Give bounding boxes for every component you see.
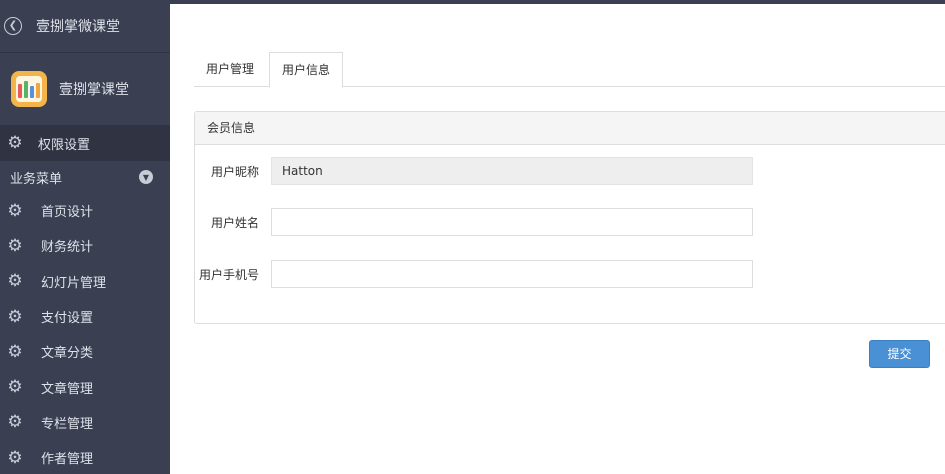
nickname-field[interactable] bbox=[271, 157, 753, 185]
name-label: 用户姓名 bbox=[210, 215, 259, 230]
sidebar-item-label: 专栏管理 bbox=[41, 416, 94, 432]
sidebar-item-article-categories[interactable]: ⚙ 文章分类 bbox=[0, 334, 170, 369]
sidebar-item-articles[interactable]: ⚙ 文章管理 bbox=[0, 369, 170, 404]
sidebar-item-slides[interactable]: ⚙ 幻灯片管理 bbox=[0, 264, 170, 299]
sidebar-item-label: 文章分类 bbox=[41, 346, 94, 362]
gear-icon: ⚙ bbox=[7, 133, 23, 153]
sidebar-item-permissions[interactable]: ⚙ 权限设置 bbox=[0, 125, 170, 161]
nickname-label: 用户昵称 bbox=[210, 164, 259, 179]
form-row-phone: 用户手机号 bbox=[195, 260, 753, 288]
sidebar-item-finance-stats[interactable]: ⚙ 财务统计 bbox=[0, 228, 170, 263]
gear-icon: ⚙ bbox=[7, 235, 23, 256]
sidebar-item-home-design[interactable]: ⚙ 首页设计 bbox=[0, 193, 170, 228]
gear-icon: ⚙ bbox=[7, 306, 23, 327]
tab-bar: 用户管理 用户信息 bbox=[194, 52, 945, 88]
sidebar-item-label: 文章管理 bbox=[41, 381, 94, 397]
books-logo-icon bbox=[11, 71, 47, 107]
gear-icon: ⚙ bbox=[7, 341, 23, 362]
brand-name: 壹捌掌课堂 bbox=[59, 82, 129, 98]
sidebar-group-business-menu[interactable]: 业务菜单 ▼ bbox=[0, 161, 170, 193]
sidebar-item-label: 首页设计 bbox=[41, 205, 94, 221]
sidebar-item-payment[interactable]: ⚙ 支付设置 bbox=[0, 299, 170, 334]
sidebar-item-label: 作者管理 bbox=[41, 452, 94, 468]
sidebar-item-label: 支付设置 bbox=[41, 311, 94, 327]
panel-title: 会员信息 bbox=[195, 112, 945, 145]
gear-icon: ⚙ bbox=[7, 377, 23, 398]
tab-user-info[interactable]: 用户信息 bbox=[269, 52, 344, 88]
gear-icon: ⚙ bbox=[7, 412, 23, 433]
tab-user-management[interactable]: 用户管理 bbox=[194, 52, 266, 87]
sidebar-item-label: 幻灯片管理 bbox=[41, 275, 107, 291]
sidebar-item-authors[interactable]: ⚙ 作者管理 bbox=[0, 440, 170, 474]
name-field[interactable] bbox=[271, 208, 753, 236]
sidebar-item-columns[interactable]: ⚙ 专栏管理 bbox=[0, 405, 170, 440]
gear-icon: ⚙ bbox=[7, 271, 23, 292]
back-icon[interactable]: ❮ bbox=[4, 17, 22, 35]
sidebar-item-label: 权限设置 bbox=[38, 137, 91, 153]
app-title: 壹捌掌微课堂 bbox=[36, 19, 120, 35]
gear-icon: ⚙ bbox=[7, 200, 23, 221]
chevron-down-icon[interactable]: ▼ bbox=[139, 170, 153, 184]
brand: 壹捌掌课堂 bbox=[0, 53, 170, 125]
sidebar-group-label: 业务菜单 bbox=[10, 171, 63, 187]
phone-field[interactable] bbox=[271, 260, 753, 288]
gear-icon: ⚙ bbox=[7, 447, 23, 468]
sidebar-header[interactable]: ❮ 壹捌掌微课堂 bbox=[0, 0, 170, 53]
phone-label: 用户手机号 bbox=[198, 267, 259, 282]
form-row-name: 用户姓名 bbox=[195, 208, 753, 236]
sidebar-item-label: 财务统计 bbox=[41, 240, 94, 256]
member-info-panel: 会员信息 用户昵称 用户姓名 用户手机号 bbox=[194, 111, 945, 324]
form-row-nickname: 用户昵称 bbox=[195, 157, 753, 185]
sidebar: ❮ 壹捌掌微课堂 壹捌掌课堂 ⚙ 权限设置 业务菜单 ▼ ⚙ 首页设计 ⚙ 财务… bbox=[0, 0, 170, 474]
submit-button[interactable]: 提交 bbox=[869, 340, 930, 368]
